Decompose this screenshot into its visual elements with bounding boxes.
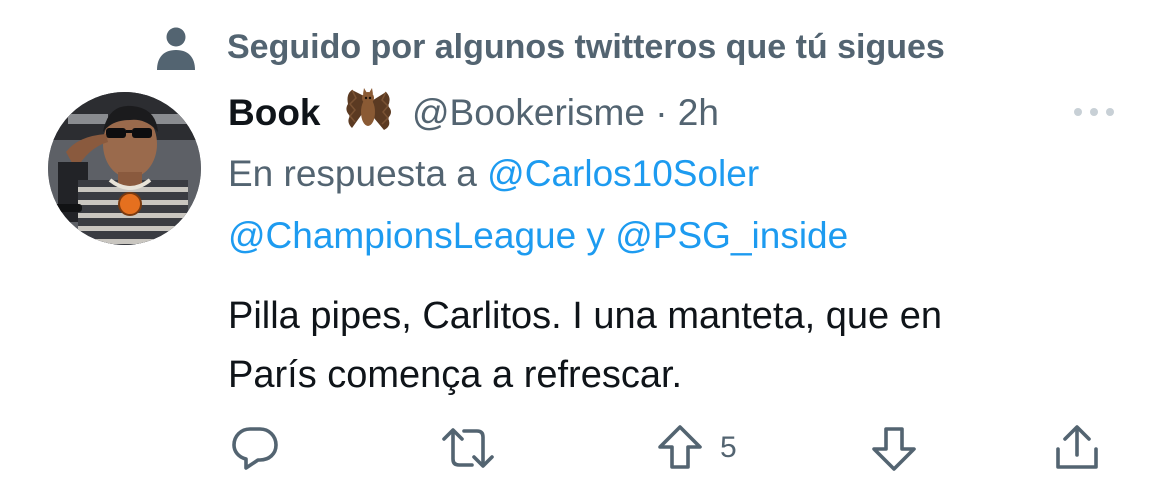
tweet-text: Pilla pipes, Carlitos. I una manteta, qu… bbox=[228, 287, 1128, 405]
author-handle-time[interactable]: @Bookerisme · 2h bbox=[412, 90, 719, 136]
upvote-icon bbox=[658, 425, 702, 469]
reply-connector: y bbox=[586, 215, 605, 256]
avatar[interactable] bbox=[48, 92, 201, 245]
upvote-count: 5 bbox=[720, 431, 737, 464]
downvote-button[interactable] bbox=[870, 420, 918, 476]
mention-link[interactable]: @ChampionsLeague bbox=[228, 215, 576, 256]
share-icon bbox=[1056, 425, 1098, 469]
reply-context-continued: @ChampionsLeague y @PSG_inside bbox=[228, 213, 848, 259]
person-icon bbox=[157, 27, 195, 70]
avatar-photo bbox=[48, 92, 201, 245]
reply-icon bbox=[232, 427, 278, 470]
reply-prefix: En respuesta a bbox=[228, 153, 477, 194]
retweet-icon bbox=[442, 428, 494, 468]
reply-context: En respuesta a @Carlos10Soler bbox=[228, 151, 759, 197]
mention-link[interactable]: @Carlos10Soler bbox=[487, 153, 759, 194]
upvote-button[interactable]: 5 bbox=[656, 420, 737, 476]
mention-link[interactable]: @PSG_inside bbox=[615, 215, 848, 256]
bat-icon bbox=[346, 88, 391, 130]
tweet-text-line: Pilla pipes, Carlitos. I una manteta, qu… bbox=[228, 295, 942, 337]
retweet-button[interactable] bbox=[440, 420, 496, 476]
author-name[interactable]: Book bbox=[228, 90, 321, 136]
reply-button[interactable] bbox=[230, 420, 280, 476]
downvote-icon bbox=[872, 427, 916, 471]
social-context-text: Seguido por algunos twitteros que tú sig… bbox=[227, 28, 945, 66]
more-options-icon[interactable] bbox=[1070, 98, 1118, 126]
social-context: Seguido por algunos twitteros que tú sig… bbox=[0, 0, 1170, 92]
share-button[interactable] bbox=[1053, 420, 1101, 476]
tweet-text-line: París comença a refrescar. bbox=[228, 354, 683, 396]
